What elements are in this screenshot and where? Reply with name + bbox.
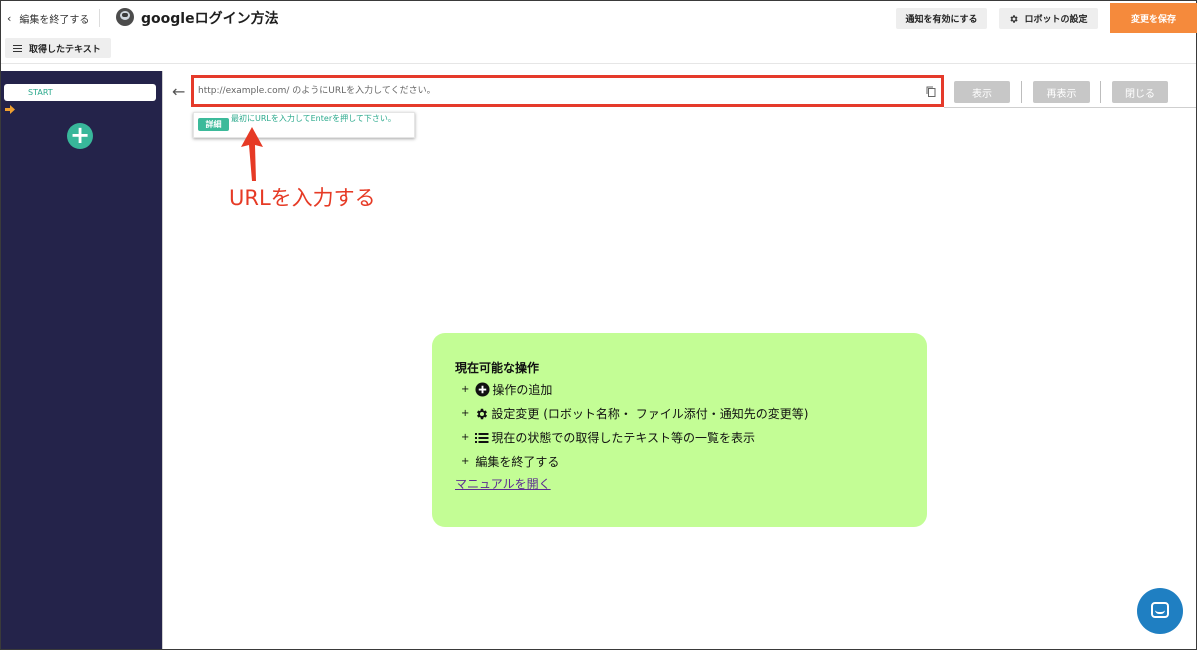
help-item-add-action: + 操作の追加 [461, 381, 552, 398]
top-bar: ‹ 編集を終了する googleログイン方法 通知を有効にする ロボットの設定 … [1, 1, 1197, 35]
url-input[interactable] [198, 81, 918, 101]
exit-edit-label: 編集を終了する [19, 15, 90, 26]
add-step-button[interactable]: + [67, 123, 93, 149]
start-step[interactable]: START [4, 84, 156, 101]
enable-notification-label: 通知を有効にする [905, 15, 978, 25]
bullet-prefix: + [461, 408, 470, 419]
list-icon [13, 44, 22, 52]
gear-icon [477, 408, 488, 419]
flow-sidebar: START + [1, 71, 162, 649]
help-title: 現在可能な操作 [455, 361, 540, 375]
display-button[interactable]: 表示 [954, 81, 1010, 103]
robot-avatar-icon [116, 8, 134, 26]
help-item-exit-edit: + 編集を終了する [461, 453, 559, 470]
help-item-list-view: + 現在の状態での取得したテキスト等の一覧を表示 [461, 429, 755, 446]
bullet-prefix: + [461, 384, 470, 395]
hint-text: 最初にURLを入力してEnterを押して下さい。 [231, 114, 396, 123]
exit-edit-link[interactable]: ‹ 編集を終了する [7, 11, 89, 26]
toolbar-divider [1021, 81, 1022, 103]
available-actions-panel: 現在可能な操作 + 操作の追加 + 設定変更 (ロボット名称・ ファイル添付・通… [432, 333, 927, 527]
chevron-left-icon: ‹ [7, 12, 12, 25]
fetched-text-label: 取得したテキスト [29, 44, 101, 55]
header-separator [1, 63, 1196, 64]
chat-button[interactable] [1137, 588, 1183, 634]
hint-tooltip: 詳細 最初にURLを入力してEnterを押して下さい。 [193, 112, 415, 138]
help-item-label: 現在の状態での取得したテキスト等の一覧を表示 [491, 431, 756, 445]
robot-settings-button[interactable]: ロボットの設定 [999, 8, 1098, 29]
bullet-prefix: + [461, 432, 470, 443]
plus-circle-icon [475, 382, 490, 397]
save-changes-button[interactable]: 変更を保存 [1110, 3, 1197, 33]
header-divider [99, 9, 100, 27]
toolbar-divider [1100, 81, 1101, 103]
annotation-arrow-icon [241, 127, 263, 181]
help-item-label: 操作の追加 [492, 383, 553, 397]
url-field-highlight [191, 75, 944, 107]
details-badge[interactable]: 詳細 [198, 118, 229, 131]
arrow-left-icon[interactable]: ← [172, 82, 185, 101]
robot-settings-label: ロボットの設定 [1024, 15, 1088, 25]
list-icon [475, 432, 489, 443]
toolbar-baseline [944, 107, 1196, 108]
bullet-prefix: + [461, 456, 470, 467]
enable-notification-button[interactable]: 通知を有効にする [896, 8, 987, 29]
page-title: googleログイン方法 [141, 11, 279, 27]
gear-icon [1010, 14, 1019, 23]
help-item-label: 編集を終了する [475, 455, 560, 469]
fetched-text-button[interactable]: 取得したテキスト [5, 38, 111, 58]
help-item-settings: + 設定変更 (ロボット名称・ ファイル添付・通知先の変更等) [461, 405, 808, 422]
open-manual-link[interactable]: マニュアルを開く [455, 475, 551, 492]
help-item-label: 設定変更 (ロボット名称・ ファイル添付・通知先の変更等) [491, 407, 809, 421]
close-button[interactable]: 閉じる [1112, 81, 1168, 103]
copy-icon[interactable] [926, 86, 936, 97]
redisplay-button[interactable]: 再表示 [1033, 81, 1090, 103]
annotation-label: URLを入力する [229, 186, 376, 210]
arrow-right-icon [5, 105, 15, 114]
